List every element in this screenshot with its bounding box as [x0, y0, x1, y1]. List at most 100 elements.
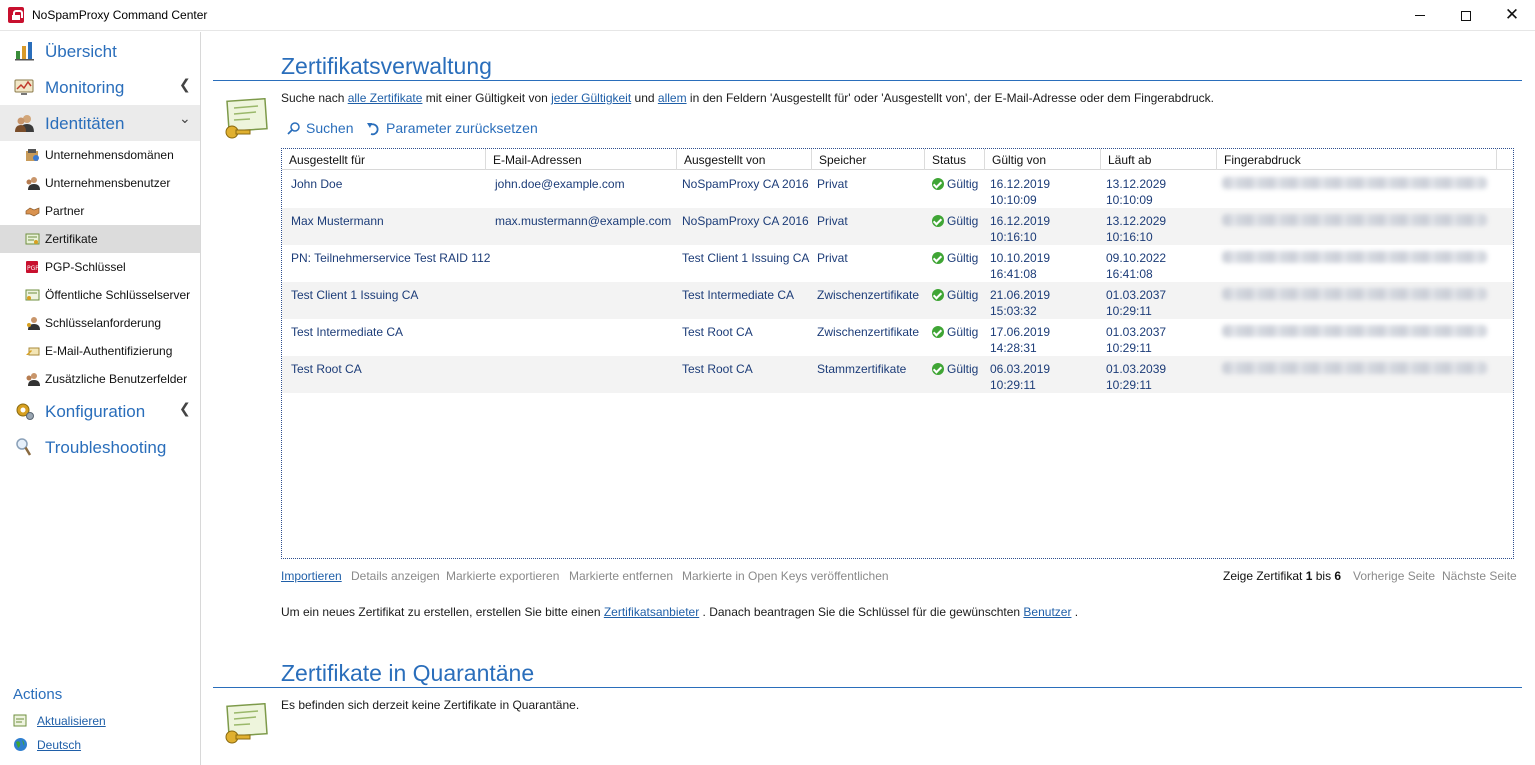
sidebar-item-schluesselanforderung[interactable]: Schlüsselanforderung: [0, 309, 200, 337]
filter-validity-link[interactable]: jeder Gültigkeit: [551, 91, 631, 105]
filter-field-link[interactable]: allem: [658, 91, 687, 105]
nav-label: Monitoring: [45, 78, 125, 97]
status-text: Gültig: [947, 288, 979, 302]
certificate-provider-link[interactable]: Zertifikatsanbieter: [604, 605, 699, 619]
column-header[interactable]: Fingerabdruck: [1217, 149, 1497, 170]
column-header[interactable]: Status: [925, 149, 985, 170]
publish-open-keys-link[interactable]: Markierte in Open Keys veröffentlichen: [682, 569, 889, 583]
sidebar-item-unternehmensdomaenen[interactable]: Unternehmensdomänen: [0, 141, 200, 169]
nav-troubleshooting[interactable]: Troubleshooting: [0, 429, 200, 465]
sidebar-item-label: Zusätzliche Benutzerfelder: [45, 372, 188, 386]
minimize-button[interactable]: [1397, 0, 1443, 31]
search-text: und: [631, 91, 658, 105]
nav-konfiguration[interactable]: Konfiguration ❮: [0, 393, 200, 429]
search-description: Suche nach alle Zertifikate mit einer Gü…: [281, 91, 1214, 105]
cell-time: 10:29:11: [990, 378, 1036, 392]
column-header[interactable]: Läuft ab: [1101, 149, 1217, 170]
pager-text: bis: [1312, 569, 1335, 583]
sidebar-item-pgp-schluessel[interactable]: PGP PGP-Schlüssel: [0, 253, 200, 281]
cell-date: 16.12.2019: [990, 214, 1051, 228]
filter-scope-link[interactable]: alle Zertifikate: [348, 91, 423, 105]
column-header[interactable]: Ausgestellt von: [677, 149, 812, 170]
column-header[interactable]: Gültig von: [985, 149, 1101, 170]
monitor-icon: [14, 79, 34, 95]
status-text: Gültig: [947, 214, 979, 228]
cell-time: 10:10:09: [990, 193, 1037, 207]
next-page-link[interactable]: Nächste Seite: [1442, 569, 1517, 583]
search-text: in den Feldern 'Ausgestellt für' oder 'A…: [686, 91, 1214, 105]
app-lock-icon: [8, 7, 24, 23]
magnifier-icon: [16, 438, 32, 456]
action-label[interactable]: Deutsch: [37, 738, 81, 752]
check-circle-icon: [932, 215, 944, 227]
export-selected-link[interactable]: Markierte exportieren: [446, 569, 559, 583]
sidebar-item-zusaetzliche-benutzerfelder[interactable]: Zusätzliche Benutzerfelder: [0, 365, 200, 393]
users-link[interactable]: Benutzer: [1023, 605, 1071, 619]
table-cell: Stammzertifikate: [817, 362, 907, 376]
search-button[interactable]: Suchen: [286, 119, 353, 137]
cell-date: 01.03.2039: [1106, 362, 1167, 376]
status-text: Gültig: [947, 251, 979, 265]
blurred-fingerprint: [1222, 251, 1487, 263]
certificate-icon: [25, 233, 40, 245]
table-row[interactable]: PN: Teilnehmerservice Test RAID 112 Test …: [282, 245, 1513, 282]
action-label[interactable]: Aktualisieren: [37, 714, 106, 728]
certificate-large-icon: [225, 703, 268, 744]
table-row[interactable]: Test Intermediate CA Test Root CA Zwischen…: [282, 319, 1513, 356]
maximize-button[interactable]: [1443, 0, 1489, 31]
blurred-fingerprint: [1222, 177, 1487, 189]
column-header[interactable]: Ausgestellt für: [282, 149, 486, 170]
table-cell: Privat: [817, 177, 848, 191]
cell-time: 16:41:08: [1106, 267, 1153, 281]
table-cell: NoSpamProxy CA 2016: [682, 177, 809, 191]
actions-heading: Actions: [13, 686, 63, 703]
column-header[interactable]: E-Mail-Adressen: [486, 149, 677, 170]
table-row[interactable]: John Doe john.doe@example.com NoSpamProxy …: [282, 171, 1513, 208]
sidebar-item-partner[interactable]: Partner: [0, 197, 200, 225]
table-cell-datetime: 16.12.2019 10:10:09: [990, 176, 1050, 208]
nav-identitaeten[interactable]: Identitäten ⌄: [0, 105, 200, 141]
grid-header: Ausgestellt für E-Mail-Adressen Ausgeste…: [282, 149, 1513, 170]
search-icon: [287, 121, 300, 135]
close-button[interactable]: ✕: [1489, 0, 1535, 31]
cell-date: 21.06.2019: [990, 288, 1051, 302]
table-row[interactable]: Max Mustermann max.mustermann@example.com…: [282, 208, 1513, 245]
nav-uebersicht[interactable]: Übersicht: [0, 33, 200, 69]
nav-label: Troubleshooting: [45, 438, 167, 457]
table-cell: Test Root CA: [682, 325, 753, 339]
sidebar-item-label: Unternehmensbenutzer: [45, 176, 171, 190]
pager-to: 6: [1334, 569, 1342, 583]
table-cell: Test Root CA: [291, 362, 362, 376]
table-row[interactable]: Test Root CA Test Root CA Stammzertifikate…: [282, 356, 1513, 393]
sidebar-item-zertifikate[interactable]: Zertifikate: [0, 225, 200, 253]
import-link[interactable]: Importieren: [281, 569, 342, 583]
column-header[interactable]: Speicher: [812, 149, 925, 170]
minimize-icon: [1415, 15, 1425, 16]
sidebar-item-label: Partner: [45, 204, 85, 218]
sidebar-item-oeffentliche-schluesselserver[interactable]: Öffentliche Schlüsselserver: [0, 281, 200, 309]
reset-parameters-button[interactable]: Parameter zurücksetzen: [366, 119, 538, 137]
table-row[interactable]: Test Client 1 Issuing CA Test Intermediat…: [282, 282, 1513, 319]
nav-monitoring[interactable]: Monitoring ❮: [0, 69, 200, 105]
cell-date: 13.12.2029: [1106, 214, 1167, 228]
hint-text: .: [1071, 605, 1079, 619]
table-cell-datetime: 17.06.2019 14:28:31: [990, 324, 1050, 356]
table-cell: John Doe: [291, 177, 343, 191]
pager-status: Zeige Zertifikat 1 bis 6: [1223, 569, 1341, 583]
table-cell: Test Client 1 Issuing CA: [291, 288, 419, 302]
remove-selected-link[interactable]: Markierte entfernen: [569, 569, 673, 583]
table-cell: Max Mustermann: [291, 214, 384, 228]
certificates-grid[interactable]: Ausgestellt für E-Mail-Adressen Ausgeste…: [281, 148, 1514, 559]
previous-page-link[interactable]: Vorherige Seite: [1353, 569, 1435, 583]
key-request-icon: [27, 317, 40, 330]
chevron-left-icon: ❮: [179, 77, 191, 93]
cell-date: 09.10.2022: [1106, 251, 1167, 265]
status-cell: Gültig: [932, 287, 978, 303]
user-fields-icon: [26, 373, 40, 386]
sidebar-item-e-mail-authentifizierung[interactable]: E-Mail-Authentifizierung: [0, 337, 200, 365]
table-cell: Zwischenzertifikate: [817, 325, 920, 339]
cell-time: 16:41:08: [990, 267, 1037, 281]
keyserver-icon: [25, 289, 40, 301]
sidebar-item-unternehmensbenutzer[interactable]: Unternehmensbenutzer: [0, 169, 200, 197]
details-link[interactable]: Details anzeigen: [351, 569, 440, 583]
